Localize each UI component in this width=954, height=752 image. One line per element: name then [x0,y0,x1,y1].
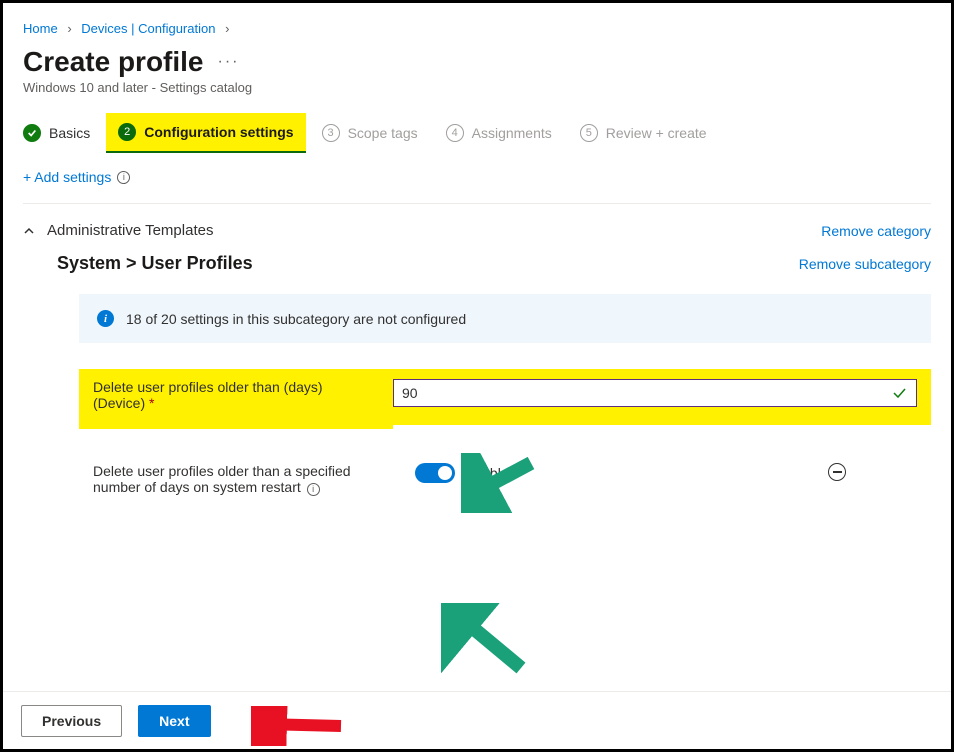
step-label: Basics [49,125,90,141]
step-label: Scope tags [348,125,418,141]
info-icon[interactable]: i [307,483,320,496]
step-configuration-settings[interactable]: 2 Configuration settings [106,113,305,153]
remove-subcategory-link[interactable]: Remove subcategory [799,256,931,272]
subcategory-title: System > User Profiles [57,253,253,274]
minus-icon [833,471,842,473]
step-number-icon: 2 [118,123,136,141]
step-number-icon: 3 [322,124,340,142]
step-number-icon: 5 [580,124,598,142]
enable-toggle[interactable] [415,463,455,483]
add-settings-label: + Add settings [23,169,111,185]
page-title: Create profile [23,46,204,78]
step-scope-tags[interactable]: 3 Scope tags [322,124,418,142]
checkmark-icon [23,124,41,142]
footer: Previous Next [3,691,951,749]
previous-button[interactable]: Previous [21,705,122,737]
info-icon[interactable]: i [117,171,130,184]
delete-days-input[interactable] [393,379,917,407]
step-assignments[interactable]: 4 Assignments [446,124,552,142]
chevron-up-icon [23,225,35,237]
info-banner-text: 18 of 20 settings in this subcategory ar… [126,311,466,327]
category-name: Administrative Templates [47,222,213,239]
remove-setting-button[interactable] [828,463,846,481]
page-subtitle: Windows 10 and later - Settings catalog [23,80,931,95]
checkmark-icon [891,385,907,401]
breadcrumb-devices[interactable]: Devices | Configuration [81,21,215,36]
chevron-right-icon: › [225,21,229,36]
more-actions-icon[interactable]: ··· [218,53,240,71]
breadcrumb: Home › Devices | Configuration › [23,21,931,36]
chevron-right-icon: › [67,21,71,36]
step-number-icon: 4 [446,124,464,142]
breadcrumb-home[interactable]: Home [23,21,58,36]
step-label: Review + create [606,125,707,141]
info-icon: i [97,310,114,327]
category-toggle[interactable]: Administrative Templates [23,222,213,239]
info-banner: i 18 of 20 settings in this subcategory … [79,294,931,343]
step-basics[interactable]: Basics [23,124,90,142]
step-label: Assignments [472,125,552,141]
next-button[interactable]: Next [138,705,210,737]
remove-category-link[interactable]: Remove category [821,223,931,239]
toggle-state: Enabled [465,465,516,481]
setting-delete-toggle: Delete user profiles older than a specif… [79,463,931,496]
required-asterisk: * [149,395,154,411]
toggle-knob [438,466,452,480]
step-label: Configuration settings [144,124,293,140]
setting-delete-days: Delete user profiles older than (days) (… [79,369,931,429]
step-review-create[interactable]: 5 Review + create [580,124,707,142]
wizard-steps: Basics 2 Configuration settings 3 Scope … [23,123,931,143]
setting-label: Delete user profiles older than (days) (… [93,379,323,411]
add-settings-link[interactable]: + Add settings i [23,169,130,185]
